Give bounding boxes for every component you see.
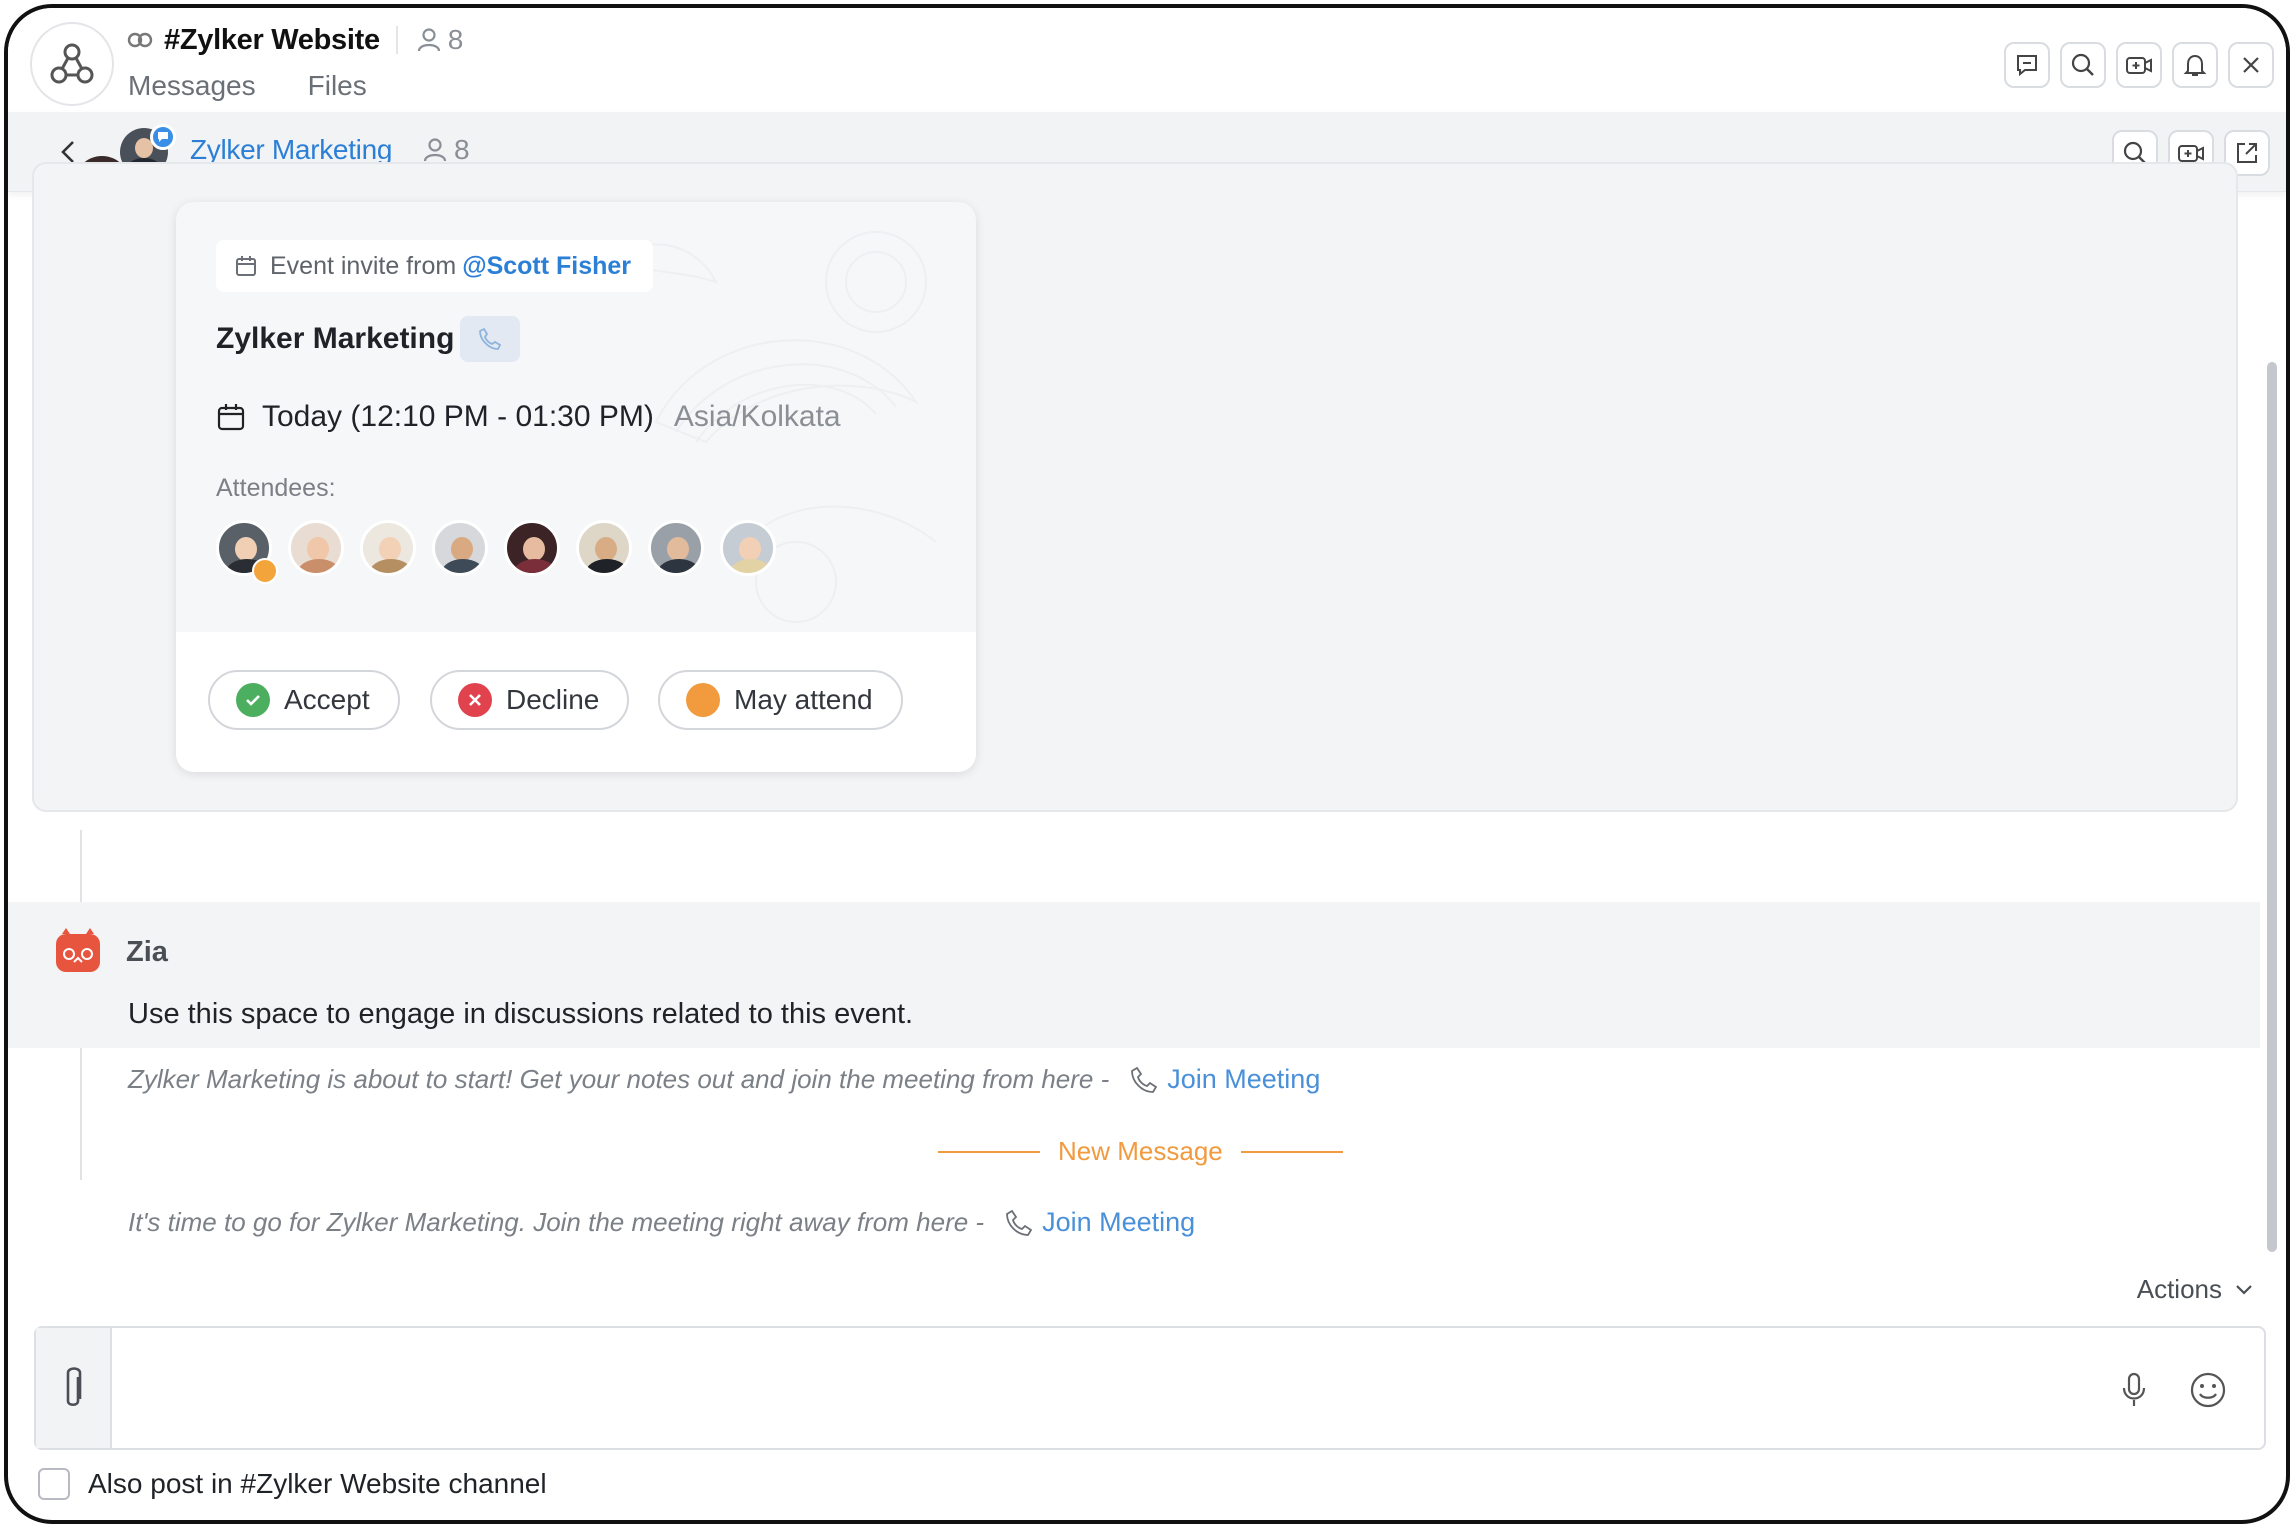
system-message: It's time to go for Zylker Marketing. Jo… — [128, 1207, 1195, 1238]
divider-line — [938, 1150, 1040, 1153]
check-icon — [236, 683, 270, 717]
system-message: Zylker Marketing is about to start! Get … — [128, 1064, 1320, 1095]
attendee-avatar[interactable] — [288, 520, 344, 576]
chevron-down-icon — [2236, 1284, 2252, 1295]
zia-message: Zia Use this space to engage in discussi… — [8, 902, 2260, 1048]
zia-name[interactable]: Zia — [126, 936, 168, 969]
close-icon — [2243, 57, 2259, 73]
attach-button[interactable] — [36, 1328, 112, 1448]
event-message: Event invite from @Scott Fisher Zylker M… — [32, 162, 2238, 812]
members-icon[interactable] — [416, 27, 442, 53]
actions-label: Actions — [2136, 1274, 2222, 1304]
paperclip-icon — [66, 1367, 82, 1407]
phone-icon — [1131, 1066, 1158, 1093]
decline-button[interactable]: Decline — [430, 670, 630, 730]
video-add-icon — [2126, 57, 2152, 74]
event-title: Zylker Marketing — [216, 322, 455, 355]
new-message-divider: New Message — [938, 1136, 1343, 1167]
event-timezone: Asia/Kolkata — [673, 400, 841, 433]
smiley-icon — [2190, 1372, 2226, 1408]
external-link-icon — [2237, 143, 2257, 163]
attendee-avatar[interactable] — [576, 520, 632, 576]
chat-badge-icon — [150, 124, 176, 150]
message-list[interactable]: Event invite from @Scott Fisher Zylker M… — [8, 156, 2286, 1304]
voice-button[interactable] — [2114, 1368, 2154, 1412]
event-invite-pill: Event invite from @Scott Fisher — [216, 240, 654, 292]
comment-button[interactable] — [2004, 42, 2050, 88]
also-post-option: Also post in #Zylker Website channel — [38, 1468, 547, 1500]
phone-icon — [1006, 1209, 1033, 1236]
attendee-list — [216, 520, 776, 576]
zia-bot-icon[interactable] — [54, 928, 102, 974]
tab-messages[interactable]: Messages — [128, 70, 256, 102]
member-count[interactable]: 8 — [448, 24, 464, 56]
members-icon — [423, 138, 447, 162]
microphone-icon — [2122, 1372, 2146, 1406]
also-post-label[interactable]: Also post in #Zylker Website channel — [88, 1468, 547, 1500]
attendee-avatar[interactable] — [648, 520, 704, 576]
actions-dropdown[interactable]: Actions — [2137, 1274, 2256, 1305]
zia-message-text: Use this space to engage in discussions … — [128, 998, 914, 1030]
event-time: Today (12:10 PM - 01:30 PM) — [262, 400, 654, 433]
search-button[interactable] — [2060, 42, 2106, 88]
event-time-row: Today (12:10 PM - 01:30 PM) Asia/Kolkata — [216, 400, 841, 434]
x-icon — [458, 683, 492, 717]
divider — [395, 26, 398, 54]
search-icon — [2071, 53, 2094, 76]
decline-label: Decline — [506, 684, 600, 715]
comment-icon — [2017, 55, 2037, 77]
channel-title[interactable]: #Zylker Website — [164, 24, 380, 57]
accept-label: Accept — [284, 684, 370, 715]
invite-text: Event invite from — [270, 251, 457, 280]
accept-button[interactable]: Accept — [208, 670, 400, 730]
channel-logo[interactable] — [30, 22, 114, 106]
app-window: #Zylker Website 8 Messages Files Zylker … — [4, 4, 2290, 1524]
maybe-dot-icon — [686, 683, 720, 717]
inviter-mention[interactable]: @Scott Fisher — [462, 252, 631, 281]
attendee-avatar[interactable] — [432, 520, 488, 576]
new-message-label: New Message — [1058, 1136, 1223, 1166]
also-post-checkbox[interactable] — [38, 1468, 70, 1500]
attendee-avatar[interactable] — [360, 520, 416, 576]
join-meeting-link[interactable]: Join Meeting — [1042, 1207, 1195, 1238]
close-button[interactable] — [2228, 42, 2274, 88]
bell-icon — [2183, 54, 2207, 76]
event-invite-card: Event invite from @Scott Fisher Zylker M… — [176, 202, 976, 772]
channel-tabs: Messages Files — [128, 70, 367, 102]
attendee-avatar[interactable] — [504, 520, 560, 576]
scrollbar-thumb[interactable] — [2267, 362, 2277, 1252]
system-message-text: Zylker Marketing is about to start! Get … — [128, 1064, 1110, 1094]
phone-icon — [479, 327, 502, 350]
event-call-button[interactable] — [460, 316, 520, 362]
scrollbar[interactable] — [2262, 192, 2282, 1252]
calendar-icon — [236, 256, 256, 276]
may-attend-label: May attend — [734, 684, 873, 715]
channel-header: #Zylker Website 8 Messages Files — [8, 8, 2286, 112]
attendee-avatar[interactable] — [720, 520, 776, 576]
divider-line — [1240, 1150, 1343, 1153]
attendees-label: Attendees: — [216, 474, 336, 502]
may-attend-button[interactable]: May attend — [658, 670, 903, 730]
message-composer — [34, 1326, 2266, 1450]
message-input[interactable] — [126, 1358, 2026, 1418]
notification-button[interactable] — [2172, 42, 2218, 88]
system-message-text: It's time to go for Zylker Marketing. Jo… — [128, 1207, 985, 1237]
tab-files[interactable]: Files — [308, 70, 367, 102]
calendar-icon — [217, 404, 245, 431]
link-icon — [127, 32, 153, 48]
organizer-crown-icon — [252, 558, 278, 584]
channel-title-row: #Zylker Website 8 — [126, 20, 463, 60]
emoji-button[interactable] — [2186, 1368, 2230, 1412]
rsvp-actions: Accept Decline May attend — [176, 632, 976, 772]
video-call-button[interactable] — [2116, 42, 2162, 88]
channel-network-icon — [50, 43, 94, 84]
join-meeting-link[interactable]: Join Meeting — [1167, 1064, 1320, 1095]
